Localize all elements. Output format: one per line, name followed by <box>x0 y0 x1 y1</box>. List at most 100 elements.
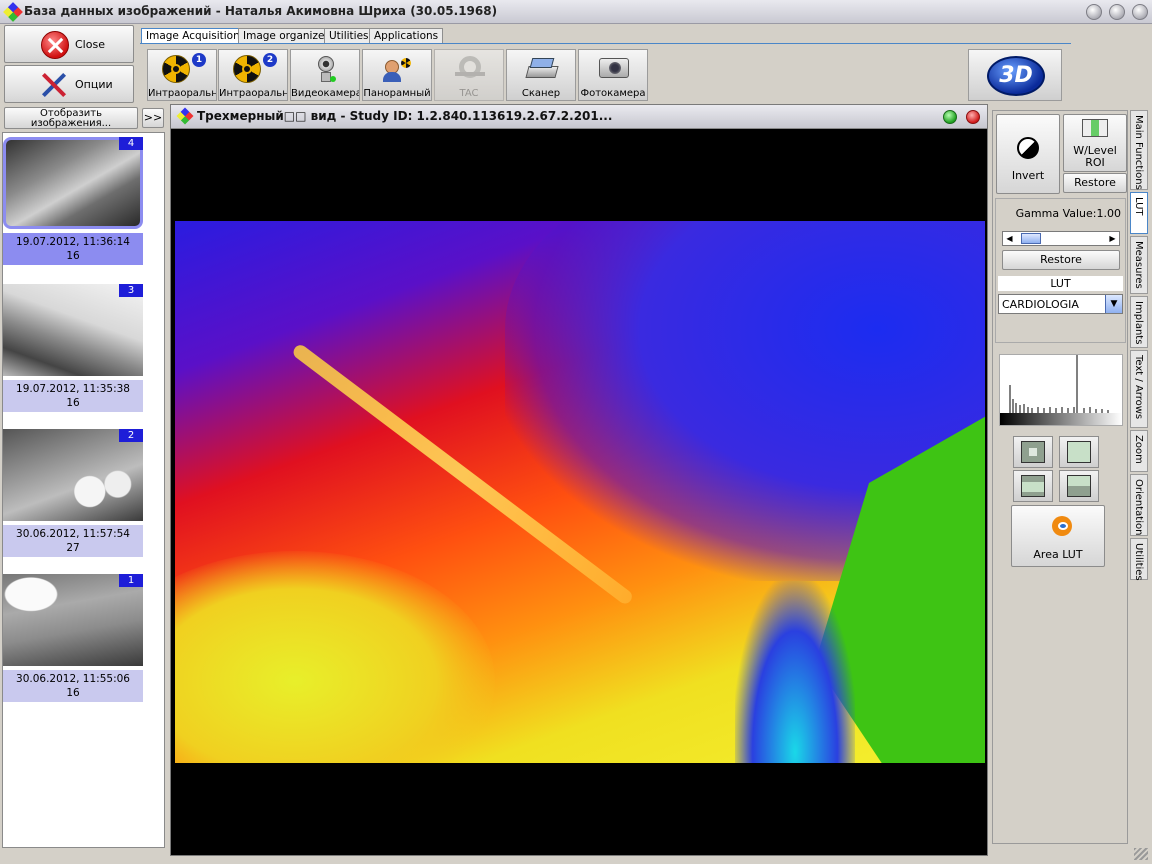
side-tab-orientation[interactable]: Orientation <box>1130 474 1148 536</box>
scanner-icon <box>525 58 559 82</box>
options-button[interactable]: Опции <box>4 65 134 103</box>
minimize-button[interactable] <box>1086 4 1102 20</box>
thumbnail-count: 16 <box>66 397 80 409</box>
slider-right-arrow-icon[interactable]: ▶ <box>1107 233 1118 244</box>
thumbnail-panel: 4 19.07.2012, 11:36:14 16 3 19.07.2012, 1… <box>2 132 165 848</box>
intraoral-1-button[interactable]: 1 Интраоральный <box>147 49 217 101</box>
side-tab-measures[interactable]: Measures <box>1130 236 1148 294</box>
gamma-section: Gamma Value:1.00 ◀ ▶ Restore LUT CARDIOL… <box>995 198 1126 343</box>
roi-square-button[interactable] <box>1013 436 1053 468</box>
viewer-restore-button[interactable] <box>943 110 957 124</box>
thumbnail-count: 27 <box>66 542 80 554</box>
side-tab-text-arrows[interactable]: Text / Arrows <box>1130 350 1148 428</box>
three-d-icon: 3D <box>987 56 1045 96</box>
xray-image <box>175 221 985 763</box>
area-lut-button[interactable]: Area LUT <box>1011 505 1105 567</box>
show-images-label: Отобразить изображения... <box>30 108 112 129</box>
thumbnail-count: 16 <box>66 250 80 262</box>
invert-label: Invert <box>1011 169 1045 182</box>
thumbnail-caption: 19.07.2012, 11:35:38 16 <box>3 380 143 412</box>
close-icon <box>41 31 69 59</box>
tab-applications[interactable]: Applications <box>369 28 444 44</box>
thumbnail-date: 30.06.2012, 11:55:06 <box>16 673 130 685</box>
show-images-button[interactable]: Отобразить изображения... <box>4 107 138 129</box>
side-tab-utilities[interactable]: Utilities <box>1130 538 1148 581</box>
histogram <box>999 354 1123 426</box>
three-d-button[interactable]: 3D <box>968 49 1062 101</box>
close-window-button[interactable] <box>1132 4 1148 20</box>
radiation-icon <box>162 55 190 83</box>
side-tab-label: Measures <box>1133 241 1144 289</box>
lut-title: LUT <box>998 276 1123 291</box>
badge-2: 2 <box>263 53 277 67</box>
side-tab-zoom[interactable]: Zoom <box>1130 430 1148 472</box>
top-half-button[interactable] <box>1013 470 1053 502</box>
area-lut-label: Area LUT <box>1033 548 1083 561</box>
tac-button[interactable]: TAC <box>434 49 504 101</box>
thumbnail-image <box>3 137 143 229</box>
side-tab-label: Implants <box>1133 301 1144 345</box>
thumbnail-item[interactable]: 4 19.07.2012, 11:36:14 16 <box>3 137 143 267</box>
slider-thumb[interactable] <box>1021 233 1041 244</box>
video-camera-icon <box>315 56 337 84</box>
resize-grip-icon[interactable] <box>1134 848 1148 860</box>
thumbnail-item[interactable]: 2 30.06.2012, 11:57:54 27 <box>3 429 143 559</box>
intraoral-2-button[interactable]: 2 Интраоральный <box>218 49 288 101</box>
thumbnail-item[interactable]: 1 30.06.2012, 11:55:06 16 <box>3 574 143 704</box>
intraoral-1-label: Интраоральный <box>148 88 216 99</box>
side-tab-label: Orientation <box>1133 479 1144 536</box>
thumbnail-date: 19.07.2012, 11:36:14 <box>16 236 130 248</box>
scanner-label: Сканер <box>521 88 561 99</box>
side-tab-main-functions[interactable]: Main Functions <box>1130 110 1148 190</box>
maximize-button[interactable] <box>1109 4 1125 20</box>
viewer-close-button[interactable] <box>966 110 980 124</box>
blender-icon <box>1044 514 1074 538</box>
panoramic-button[interactable]: Панорамный <box>362 49 432 101</box>
gamma-label: Gamma Value:1.00 <box>1015 207 1121 220</box>
expand-button[interactable]: >> <box>142 108 164 128</box>
roi-label: ROI <box>1085 156 1105 169</box>
thumbnail-date: 19.07.2012, 11:35:38 <box>16 383 130 395</box>
thumbnail-item[interactable]: 3 19.07.2012, 11:35:38 16 <box>3 284 143 414</box>
side-tab-implants[interactable]: Implants <box>1130 296 1148 348</box>
chevron-down-icon[interactable]: ▼ <box>1105 295 1122 313</box>
full-area-button[interactable] <box>1059 436 1099 468</box>
thumbnail-image <box>3 284 143 376</box>
close-label: Close <box>75 38 105 51</box>
side-tab-label: Zoom <box>1133 435 1144 464</box>
wlevel-text: W/Level ROI <box>1064 145 1126 169</box>
photo-camera-label: Фотокамера <box>580 88 646 99</box>
restore-button[interactable]: Restore <box>1063 173 1127 193</box>
thumbnail-count: 16 <box>66 687 80 699</box>
window-title: База данных изображений - Наталья Акимов… <box>24 4 498 18</box>
tab-divider <box>140 43 1071 44</box>
gamma-slider[interactable]: ◀ ▶ <box>1002 231 1120 246</box>
tac-label: TAC <box>459 88 479 99</box>
side-tab-lut[interactable]: LUT <box>1130 192 1148 234</box>
bottom-half-button[interactable] <box>1059 470 1099 502</box>
invert-icon <box>1017 137 1039 159</box>
viewer-title: Трехмерный□□ вид - Study ID: 1.2.840.113… <box>197 109 613 123</box>
scanner-button[interactable]: Сканер <box>506 49 576 101</box>
panoramic-label: Панорамный <box>363 88 431 99</box>
side-tab-label: Utilities <box>1133 543 1144 581</box>
ct-scanner-icon <box>455 56 485 82</box>
lut-select[interactable]: CARDIOLOGIA ▼ <box>998 294 1123 314</box>
tab-utilities[interactable]: Utilities <box>324 28 374 44</box>
tab-image-acquisition[interactable]: Image Acquisition <box>141 28 245 44</box>
thumbnail-caption: 30.06.2012, 11:57:54 27 <box>3 525 143 557</box>
close-button[interactable]: Close <box>4 25 134 63</box>
thumbnail-image <box>3 429 143 521</box>
viewer-logo-icon <box>176 107 194 125</box>
wlevel-roi-button[interactable]: W/Level ROI <box>1063 114 1127 172</box>
slider-left-arrow-icon[interactable]: ◀ <box>1004 233 1015 244</box>
tab-image-organizer[interactable]: Image organizer <box>238 28 334 44</box>
video-camera-button[interactable]: Видеокамера <box>290 49 360 101</box>
invert-button[interactable]: Invert <box>996 114 1060 194</box>
viewer-title-bar: Трехмерный□□ вид - Study ID: 1.2.840.113… <box>171 105 987 129</box>
photo-camera-button[interactable]: Фотокамера <box>578 49 648 101</box>
thumbnail-badge: 1 <box>119 574 143 587</box>
thumbnail-badge: 3 <box>119 284 143 297</box>
title-bar: База данных изображений - Наталья Акимов… <box>0 0 1152 24</box>
gamma-restore-button[interactable]: Restore <box>1002 250 1120 270</box>
